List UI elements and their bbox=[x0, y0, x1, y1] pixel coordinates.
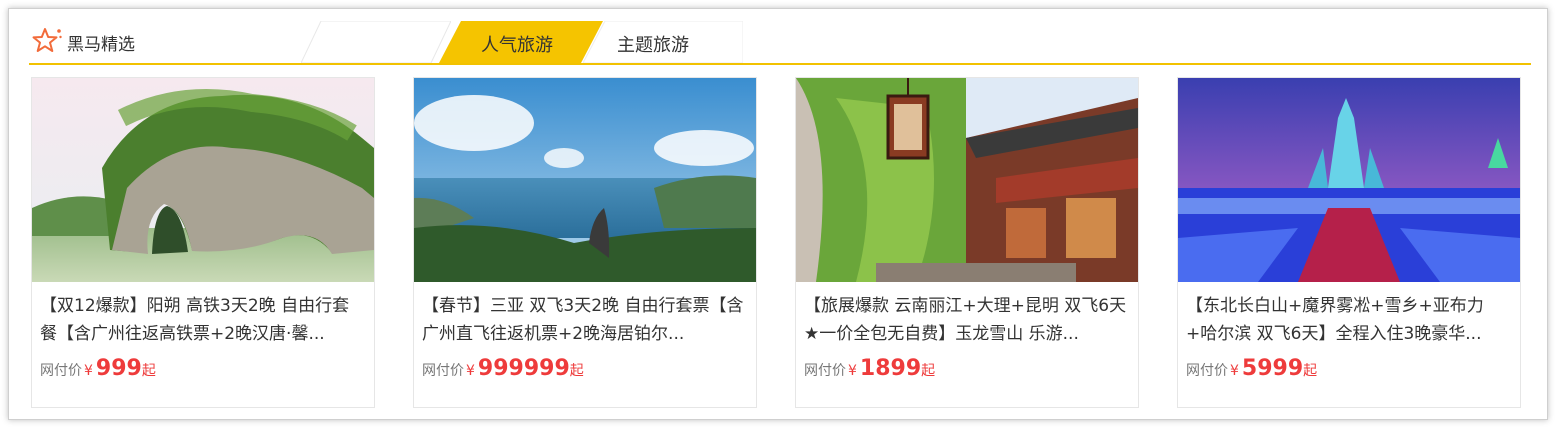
product-price: 网付价 ¥ 999999 起 bbox=[422, 356, 584, 386]
product-card[interactable]: 【春节】三亚 双飞3天2晚 自由行套票【含广州直飞往返机票+2晚海居铂尔... … bbox=[413, 77, 757, 408]
tab-theme-travel-label: 主题旅游 bbox=[617, 35, 689, 56]
product-price: 网付价 ¥ 999 起 bbox=[40, 356, 156, 386]
price-currency: ¥ bbox=[466, 363, 475, 379]
product-card[interactable]: 【双12爆款】阳朔 高铁3天2晚 自由行套餐【含广州往返高铁票+2晚汉唐·馨..… bbox=[31, 77, 375, 408]
product-price: 网付价 ¥ 1899 起 bbox=[804, 356, 935, 386]
price-suffix: 起 bbox=[569, 363, 584, 379]
product-list: 【双12爆款】阳朔 高铁3天2晚 自由行套餐【含广州往返高铁票+2晚汉唐·馨..… bbox=[31, 77, 1531, 409]
price-label: 网付价 bbox=[1186, 363, 1228, 379]
price-suffix: 起 bbox=[141, 363, 156, 379]
product-card[interactable]: 【东北长白山+魔界雾凇+雪乡+亚布力+哈尔滨 双飞6天】全程入住3晚豪华... … bbox=[1177, 77, 1521, 408]
header-divider bbox=[29, 63, 1531, 65]
product-image-karst-arch[interactable] bbox=[32, 78, 374, 282]
price-currency: ¥ bbox=[1230, 363, 1239, 379]
product-title[interactable]: 【双12爆款】阳朔 高铁3天2晚 自由行套餐【含广州往返高铁票+2晚汉唐·馨..… bbox=[40, 292, 366, 348]
price-currency: ¥ bbox=[848, 363, 857, 379]
product-title[interactable]: 【旅展爆款 云南丽江+大理+昆明 双飞6天★一价全包无自费】玉龙雪山 乐游... bbox=[804, 292, 1130, 348]
price-value: 1899 bbox=[859, 356, 922, 381]
selection-panel: 黑马精选 人气旅游 主题旅游 【双12爆款】阳朔 高铁3天2晚 自由行套餐【含广… bbox=[8, 8, 1548, 420]
product-image-ancient-town[interactable] bbox=[796, 78, 1138, 282]
tab-theme-travel[interactable]: 主题旅游 bbox=[582, 20, 744, 64]
tab-popular-travel-label: 人气旅游 bbox=[481, 35, 553, 56]
tab-bar: 人气旅游 主题旅游 bbox=[300, 20, 744, 64]
price-value: 999 bbox=[95, 356, 142, 381]
brand-label: 黑马精选 bbox=[67, 35, 135, 55]
brand: 黑马精选 bbox=[31, 23, 135, 57]
price-currency: ¥ bbox=[84, 363, 93, 379]
price-suffix: 起 bbox=[921, 363, 936, 379]
price-suffix: 起 bbox=[1303, 363, 1318, 379]
panel-header: 黑马精选 人气旅游 主题旅游 bbox=[31, 20, 1531, 64]
product-image-ice-castle[interactable] bbox=[1178, 78, 1520, 282]
product-price: 网付价 ¥ 5999 起 bbox=[1186, 356, 1317, 386]
product-card[interactable]: 【旅展爆款 云南丽江+大理+昆明 双飞6天★一价全包无自费】玉龙雪山 乐游...… bbox=[795, 77, 1139, 408]
star-icon bbox=[31, 25, 63, 57]
price-label: 网付价 bbox=[804, 363, 846, 379]
tab-blank[interactable] bbox=[300, 20, 452, 64]
price-value: 5999 bbox=[1241, 356, 1304, 381]
tab-popular-travel[interactable]: 人气旅游 bbox=[439, 21, 603, 63]
product-title[interactable]: 【春节】三亚 双飞3天2晚 自由行套票【含广州直飞往返机票+2晚海居铂尔... bbox=[422, 292, 748, 348]
price-label: 网付价 bbox=[40, 363, 82, 379]
price-label: 网付价 bbox=[422, 363, 464, 379]
product-image-coastal-bay[interactable] bbox=[414, 78, 756, 282]
product-title[interactable]: 【东北长白山+魔界雾凇+雪乡+亚布力+哈尔滨 双飞6天】全程入住3晚豪华... bbox=[1186, 292, 1512, 348]
price-value: 999999 bbox=[477, 356, 570, 381]
